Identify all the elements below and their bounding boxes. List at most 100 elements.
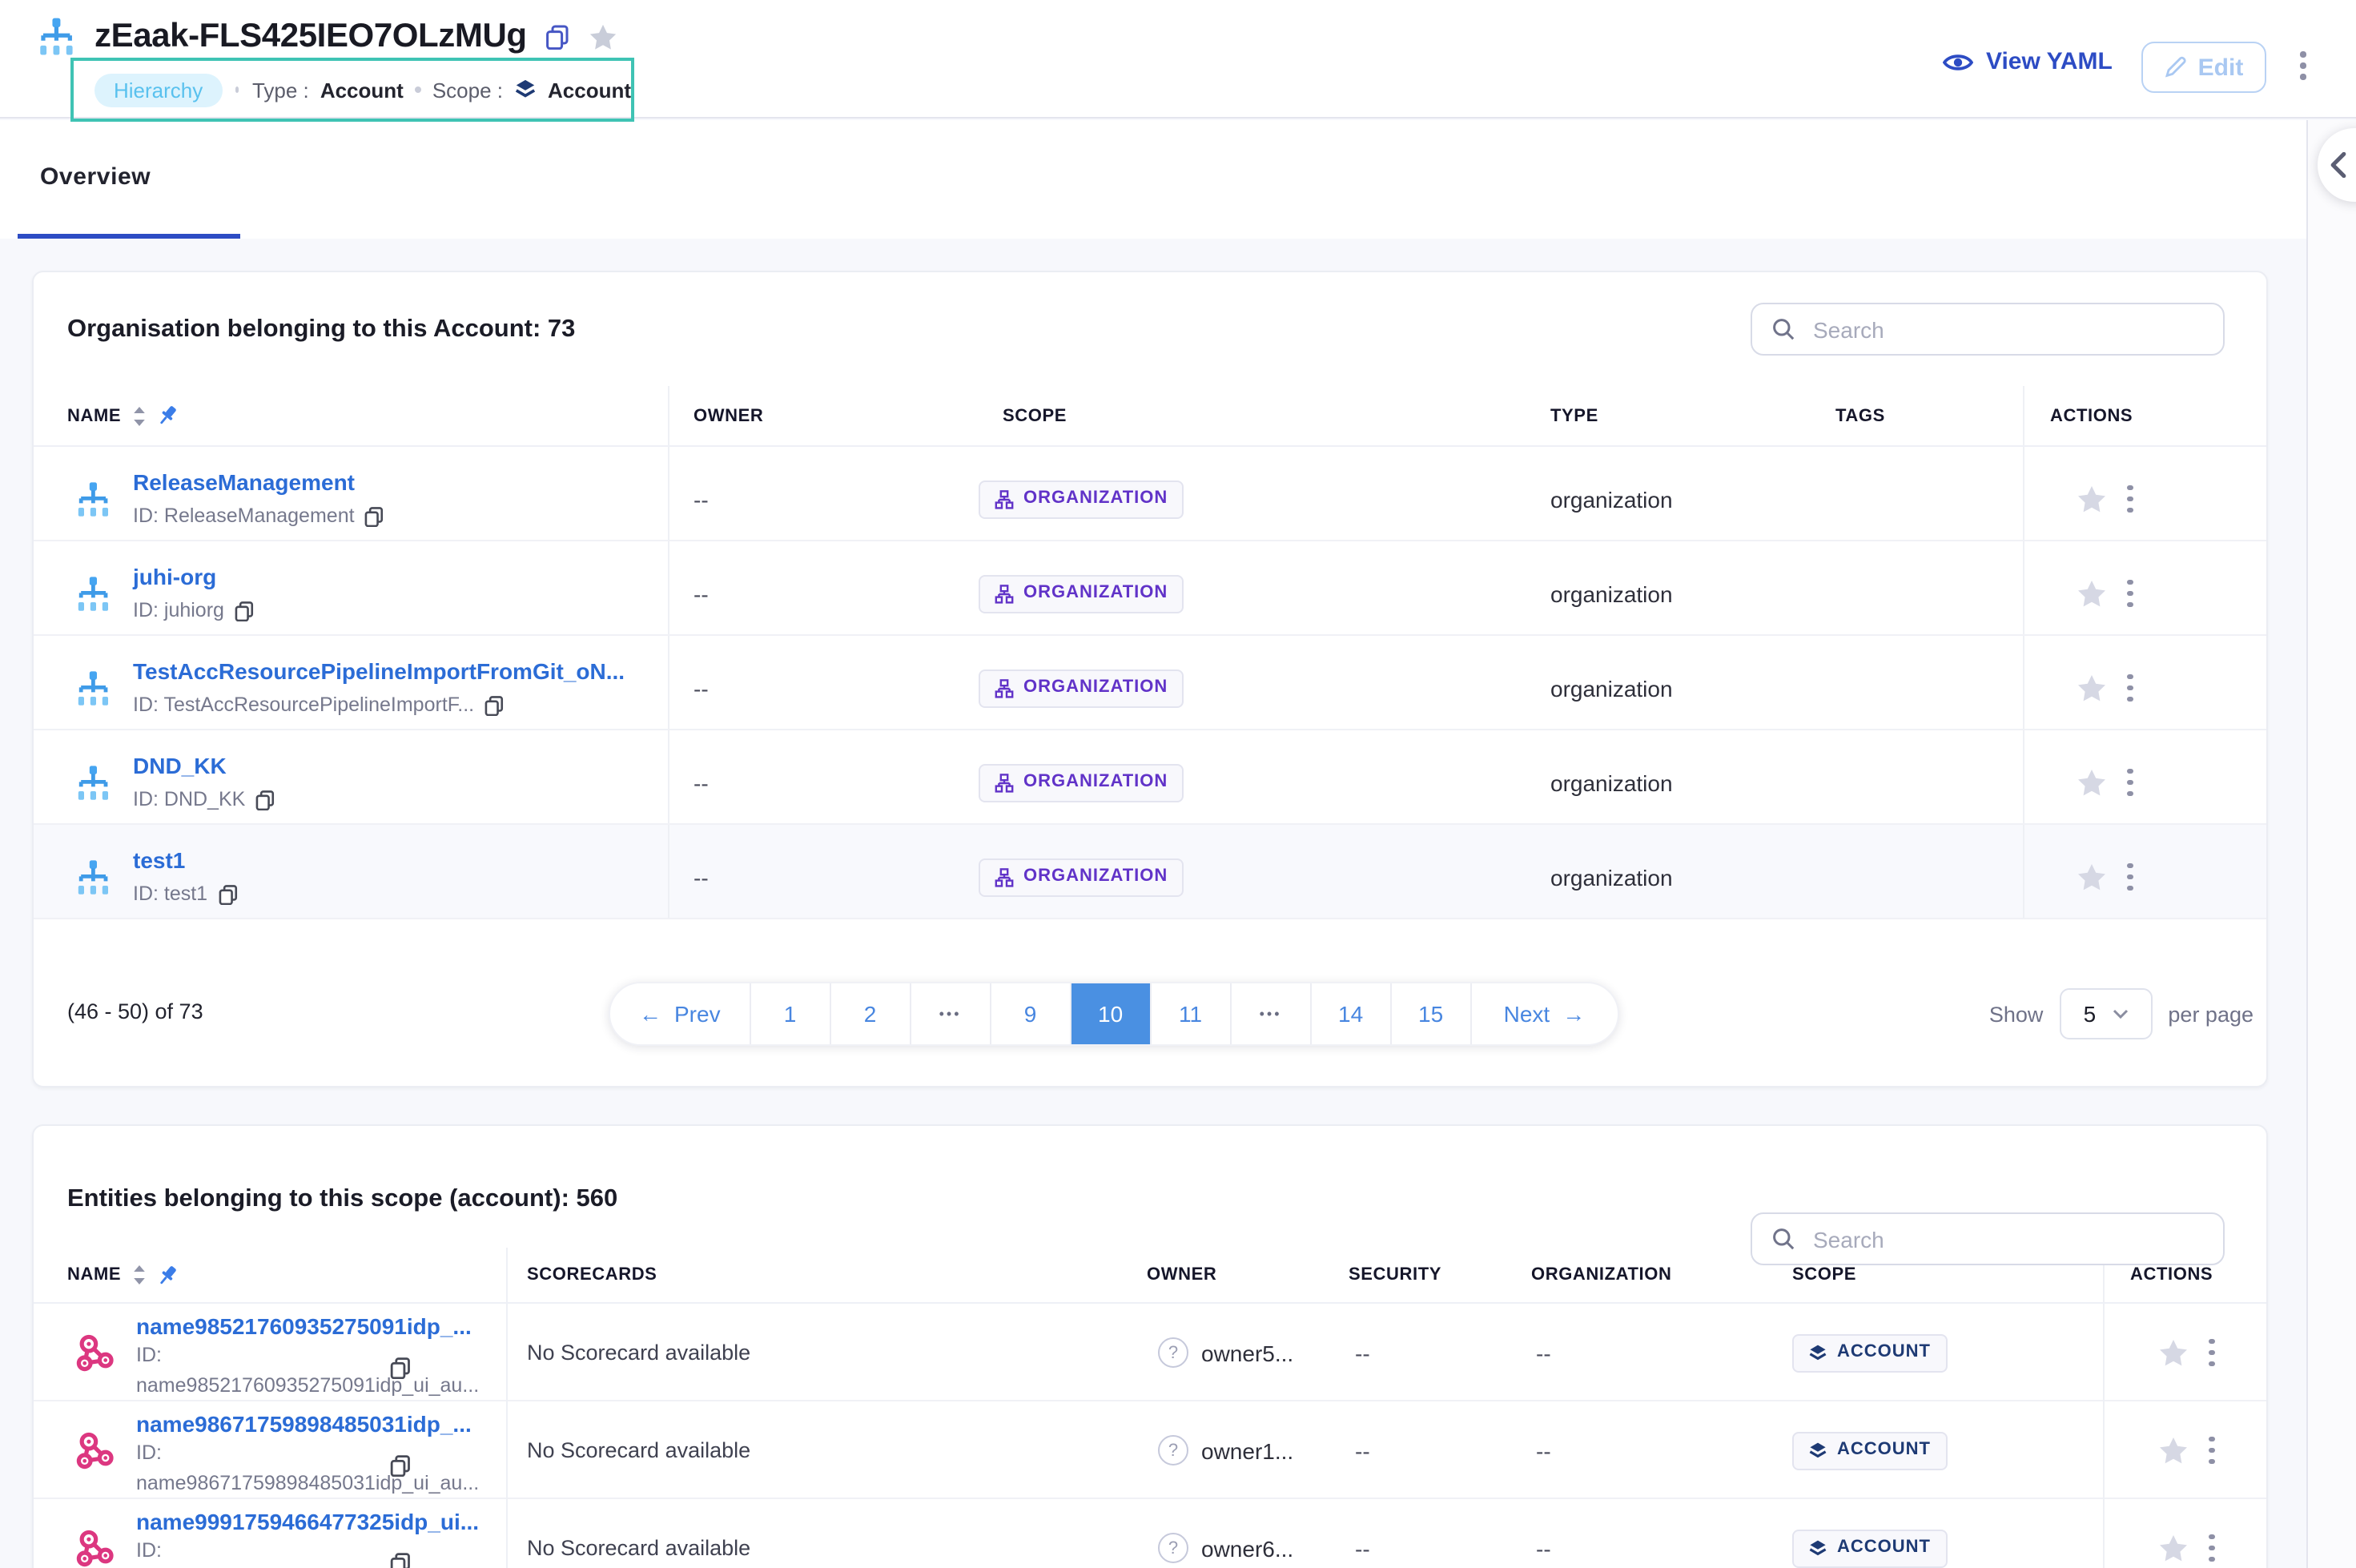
page-button[interactable]: 14 <box>1310 983 1390 1044</box>
organisations-search[interactable] <box>1751 303 2225 356</box>
entity-id-value: name98521760935275091idp_ui_au... <box>136 1371 479 1401</box>
pagination: ←Prev 1 2 ••• 9 10 11 ••• 14 15 Next→ <box>609 982 1618 1046</box>
type-cell: organization <box>1531 636 1816 729</box>
organisations-card: Organisation belonging to this Account: … <box>32 271 2268 1088</box>
copy-icon[interactable] <box>389 1454 412 1477</box>
table-row[interactable]: juhi-org ID: juhiorg -- ORGANIZATION org… <box>34 541 2266 636</box>
row-kebab-menu[interactable] <box>2121 668 2139 709</box>
entity-name-link[interactable]: name98671759898485031idp_... <box>136 1409 479 1438</box>
favorite-star-icon[interactable] <box>2076 577 2108 609</box>
row-kebab-menu[interactable] <box>2202 1333 2221 1373</box>
header-kebab-menu[interactable] <box>2294 45 2312 86</box>
scope-value: Account <box>548 78 631 102</box>
unknown-owner-icon: ? <box>1158 1337 1188 1368</box>
eye-icon <box>1943 50 1973 73</box>
separator-dot <box>415 86 421 93</box>
entity-id-label: ID: <box>136 1438 479 1469</box>
sort-icon[interactable] <box>132 1265 145 1285</box>
pin-icon[interactable] <box>156 1264 177 1285</box>
favorite-star-icon[interactable] <box>2076 672 2108 704</box>
table-row[interactable]: test1 ID: test1 -- ORGANIZATION organiza… <box>34 825 2266 919</box>
main-content: Organisation belonging to this Account: … <box>0 239 2306 1568</box>
favorite-star-icon[interactable] <box>2157 1337 2189 1369</box>
row-kebab-menu[interactable] <box>2202 1528 2221 1568</box>
hierarchy-chip[interactable]: Hierarchy <box>94 73 222 107</box>
owner-cell: -- <box>669 541 971 634</box>
table-row[interactable]: TestAccResourcePipelineImportFromGit_oN.… <box>34 636 2266 730</box>
org-name-link[interactable]: DND_KK <box>133 753 227 778</box>
org-name-link[interactable]: ReleaseManagement <box>133 469 355 495</box>
copy-icon[interactable] <box>234 600 255 621</box>
scorecards-cell: No Scorecard available <box>508 1499 1147 1568</box>
table-row[interactable]: name98671759898485031idp_... ID: name986… <box>34 1401 2266 1499</box>
page-button[interactable]: 1 <box>750 983 830 1044</box>
copy-icon[interactable] <box>255 789 275 810</box>
edit-button[interactable]: Edit <box>2141 42 2266 93</box>
page-ellipsis: ••• <box>1230 983 1310 1044</box>
table-row[interactable]: name9991759466477325idp_ui... ID: name99… <box>34 1499 2266 1568</box>
type-label: Type : <box>252 78 309 102</box>
favorite-star-icon[interactable] <box>2076 766 2108 798</box>
chevron-down-icon <box>2112 1009 2128 1019</box>
favorite-star-icon[interactable] <box>2076 861 2108 893</box>
page-button[interactable]: 15 <box>1390 983 1470 1044</box>
entities-search[interactable] <box>1751 1212 2225 1265</box>
table-row[interactable]: DND_KK ID: DND_KK -- ORGANIZATION organi… <box>34 730 2266 825</box>
type-cell: organization <box>1531 730 1816 823</box>
organisations-title: Organisation belonging to this Account: … <box>67 315 575 344</box>
entities-title: Entities belonging to this scope (accoun… <box>67 1185 617 1214</box>
org-id: ID: TestAccResourcePipelineImportF... <box>133 692 474 718</box>
table-row[interactable]: name98521760935275091idp_... ID: name985… <box>34 1304 2266 1401</box>
entity-id-label: ID: <box>136 1536 479 1566</box>
pagination-row: (46 - 50) of 73 ←Prev 1 2 ••• 9 10 11 ••… <box>34 982 2266 1046</box>
pin-icon[interactable] <box>156 405 177 426</box>
scope-badge: ACCOUNT <box>1792 1431 1947 1469</box>
prev-page-button[interactable]: ←Prev <box>610 983 750 1044</box>
scope-badge: ORGANIZATION <box>979 669 1184 707</box>
tags-cell <box>1816 541 2023 634</box>
entity-icon <box>74 1430 115 1472</box>
page-button[interactable]: 11 <box>1150 983 1230 1044</box>
org-id: ID: test1 <box>133 881 207 907</box>
org-name-link[interactable]: TestAccResourcePipelineImportFromGit_oN.… <box>133 658 625 684</box>
copy-icon[interactable] <box>545 24 570 50</box>
owner-cell: -- <box>669 447 971 540</box>
copy-icon[interactable] <box>484 694 505 715</box>
page-button-active[interactable]: 10 <box>1070 983 1150 1044</box>
favorite-star-icon[interactable] <box>2157 1532 2189 1564</box>
page-ellipsis: ••• <box>910 983 990 1044</box>
copy-icon[interactable] <box>364 505 385 526</box>
annotation-highlight-box: Hierarchy Type : Account Scope : Account <box>70 58 634 122</box>
copy-icon[interactable] <box>389 1357 412 1379</box>
row-kebab-menu[interactable] <box>2202 1430 2221 1471</box>
entity-name-link[interactable]: name98521760935275091idp_... <box>136 1312 479 1341</box>
unknown-owner-icon: ? <box>1158 1435 1188 1465</box>
organization-icon <box>74 669 112 707</box>
sort-icon[interactable] <box>132 406 145 425</box>
org-name-link[interactable]: juhi-org <box>133 564 216 589</box>
unknown-owner-icon: ? <box>1158 1533 1188 1563</box>
next-page-button[interactable]: Next→ <box>1470 983 1618 1044</box>
entity-name-link[interactable]: name9991759466477325idp_ui... <box>136 1507 479 1536</box>
favorite-star-icon[interactable] <box>2076 483 2108 515</box>
page-button[interactable]: 2 <box>830 983 910 1044</box>
copy-icon[interactable] <box>217 883 238 904</box>
pagination-range: (46 - 50) of 73 <box>67 999 203 1023</box>
table-row[interactable]: ReleaseManagement ID: ReleaseManagement … <box>34 447 2266 541</box>
view-yaml-link[interactable]: View YAML <box>1943 48 2113 75</box>
page-button[interactable]: 9 <box>990 983 1070 1044</box>
tab-overview[interactable]: Overview <box>40 163 151 191</box>
page-size-select[interactable]: 5 <box>2059 988 2152 1039</box>
security-cell: -- <box>1349 1304 1531 1401</box>
row-kebab-menu[interactable] <box>2121 479 2139 520</box>
copy-icon[interactable] <box>389 1552 412 1568</box>
favorite-star-icon[interactable] <box>588 22 618 52</box>
row-kebab-menu[interactable] <box>2121 573 2139 614</box>
row-kebab-menu[interactable] <box>2121 762 2139 803</box>
favorite-star-icon[interactable] <box>2157 1434 2189 1466</box>
search-input[interactable] <box>1810 315 2204 344</box>
search-input[interactable] <box>1810 1224 2204 1253</box>
org-name-link[interactable]: test1 <box>133 847 185 873</box>
search-icon <box>1771 1227 1795 1251</box>
row-kebab-menu[interactable] <box>2121 857 2139 898</box>
